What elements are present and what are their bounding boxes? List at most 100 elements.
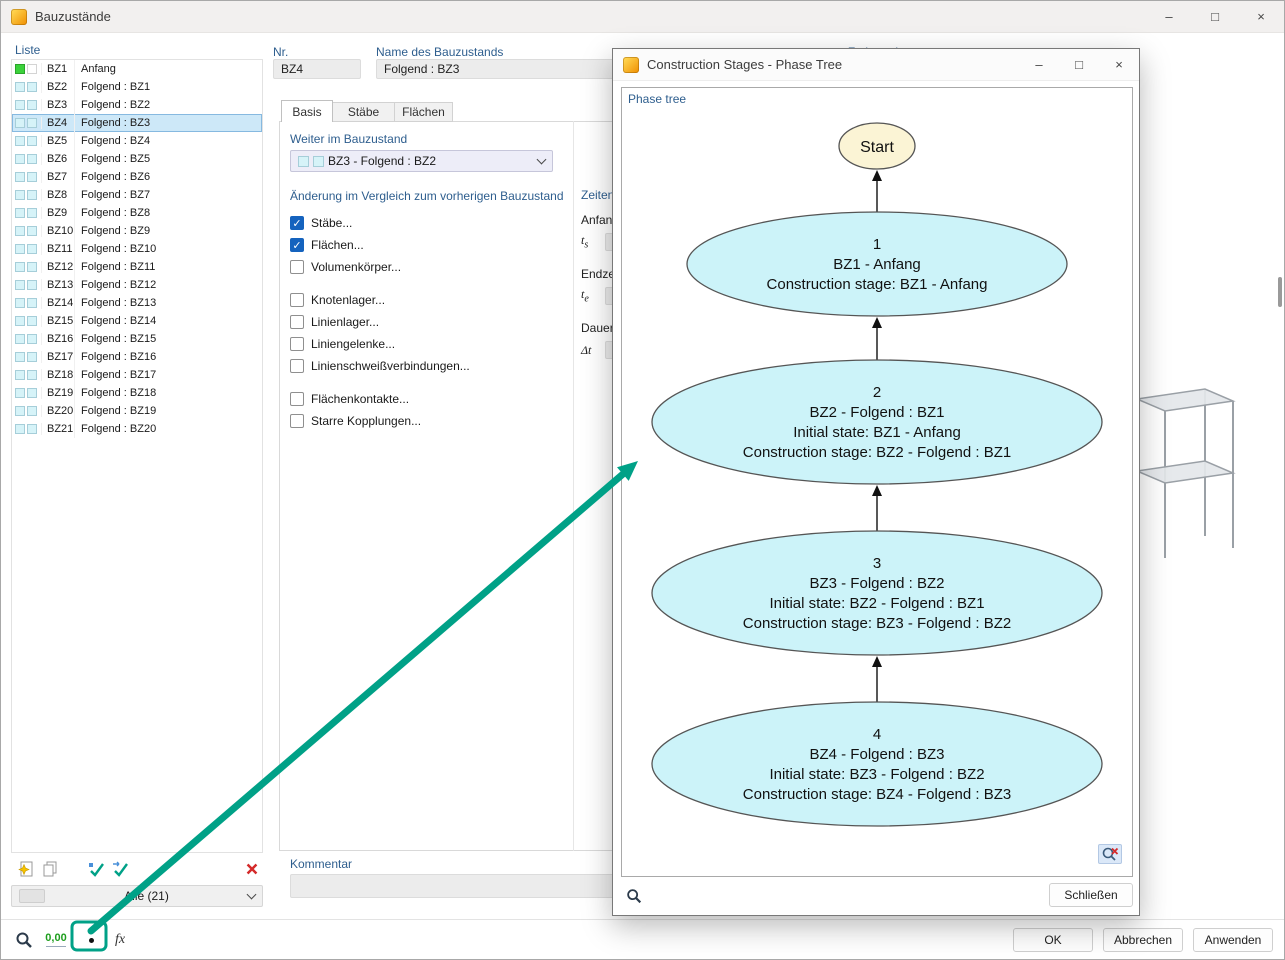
tab-basis[interactable]: Basis xyxy=(281,100,333,122)
close-icon[interactable]: × xyxy=(1238,1,1284,33)
list-item-bz13[interactable]: BZ13 Folgend : BZ12 xyxy=(12,276,262,294)
stage-color-swatch xyxy=(15,154,25,164)
list-item-bz1[interactable]: BZ1 Anfang xyxy=(12,60,262,78)
close-dialog-button[interactable]: Schließen xyxy=(1049,883,1133,907)
right-panel-grip[interactable] xyxy=(1278,277,1282,307)
stage-id: BZ18 xyxy=(41,369,74,381)
list-item-bz2[interactable]: BZ2 Folgend : BZ1 xyxy=(12,78,262,96)
stage-id: BZ16 xyxy=(41,333,74,345)
new-stage-button[interactable] xyxy=(15,858,37,880)
zeiten-symbol: Δt xyxy=(581,342,592,357)
filter-label: Alle (21) xyxy=(124,889,169,903)
stage-desc: Folgend : BZ6 xyxy=(74,168,262,186)
minimize-icon[interactable]: – xyxy=(1146,1,1192,33)
delete-stage-button[interactable] xyxy=(241,858,263,880)
stage-color-swatch xyxy=(15,64,25,74)
list-item-bz4[interactable]: BZ4 Folgend : BZ3 xyxy=(12,114,262,132)
list-filter-dropdown[interactable]: Alle (21) xyxy=(11,885,263,907)
tab-flaechen[interactable]: Flächen xyxy=(395,102,453,122)
ok-button[interactable]: OK xyxy=(1013,928,1093,952)
stage-color-swatch xyxy=(27,298,37,308)
phase-tree-canvas[interactable]: Start 1 BZ1 - Anfang Construction stage: BZ… xyxy=(621,87,1133,877)
tab-staebe[interactable]: Stäbe xyxy=(333,102,395,122)
list-item-bz19[interactable]: BZ19 Folgend : BZ18 xyxy=(12,384,262,402)
checkbox-fl-chenkontakte[interactable]: Flächenkontakte... xyxy=(290,388,470,410)
check-apply-button[interactable] xyxy=(85,858,107,880)
list-item-bz16[interactable]: BZ16 Folgend : BZ15 xyxy=(12,330,262,348)
stage-color-swatch xyxy=(15,280,25,290)
checkbox-label: Linienschweißverbindungen... xyxy=(311,359,470,373)
list-item-bz20[interactable]: BZ20 Folgend : BZ19 xyxy=(12,402,262,420)
list-item-bz5[interactable]: BZ5 Folgend : BZ4 xyxy=(12,132,262,150)
list-item-bz12[interactable]: BZ12 Folgend : BZ11 xyxy=(12,258,262,276)
close-icon[interactable]: × xyxy=(1099,49,1139,81)
stage-color-swatch xyxy=(27,190,37,200)
nr-input[interactable]: BZ4 xyxy=(273,59,361,79)
checkbox-liniengelenke[interactable]: Liniengelenke... xyxy=(290,333,470,355)
list-item-bz11[interactable]: BZ11 Folgend : BZ10 xyxy=(12,240,262,258)
stage-color-swatch xyxy=(27,226,37,236)
list-item-bz6[interactable]: BZ6 Folgend : BZ5 xyxy=(12,150,262,168)
list-item-bz18[interactable]: BZ18 Folgend : BZ17 xyxy=(12,366,262,384)
cancel-button[interactable]: Abbrechen xyxy=(1103,928,1183,952)
zeiten-label: Zeiten xyxy=(581,188,615,202)
maximize-icon[interactable]: □ xyxy=(1192,1,1238,33)
checkbox-icon: ✓ xyxy=(290,238,304,252)
list-item-bz21[interactable]: BZ21 Folgend : BZ20 xyxy=(12,420,262,438)
point-display-button[interactable] xyxy=(80,930,102,950)
stage-color-swatch xyxy=(15,190,25,200)
phase-node-text: BZ2 - Folgend : BZ1 xyxy=(809,404,944,421)
list-item-bz8[interactable]: BZ8 Folgend : BZ7 xyxy=(12,186,262,204)
copy-icon xyxy=(43,861,57,877)
maximize-icon[interactable]: □ xyxy=(1059,49,1099,81)
phase-tree-label: Phase tree xyxy=(628,92,687,106)
zoom-reset-icon[interactable] xyxy=(1098,844,1122,864)
list-item-bz7[interactable]: BZ7 Folgend : BZ6 xyxy=(12,168,262,186)
checkbox-volumenk-rper[interactable]: Volumenkörper... xyxy=(290,256,470,278)
checkbox-knotenlager[interactable]: Knotenlager... xyxy=(290,289,470,311)
list-item-bz14[interactable]: BZ14 Folgend : BZ13 xyxy=(12,294,262,312)
function-button[interactable]: fx xyxy=(107,927,133,953)
checkbox-starre-kopplungen[interactable]: Starre Kopplungen... xyxy=(290,410,470,432)
checkbox-label: Liniengelenke... xyxy=(311,337,396,351)
list-item-bz10[interactable]: BZ10 Folgend : BZ9 xyxy=(12,222,262,240)
stage-desc: Anfang xyxy=(74,60,262,78)
list-item-bz3[interactable]: BZ3 Folgend : BZ2 xyxy=(12,96,262,114)
stage-color-swatch xyxy=(15,334,25,344)
phase-node-text: Initial state: BZ2 - Folgend : BZ1 xyxy=(769,595,984,612)
stage-id: BZ13 xyxy=(41,279,74,291)
stage-desc: Folgend : BZ18 xyxy=(74,384,262,402)
check-all-button[interactable] xyxy=(109,858,131,880)
search-button[interactable] xyxy=(13,929,35,951)
stage-id: BZ4 xyxy=(41,117,74,129)
checkbox-linienlager[interactable]: Linienlager... xyxy=(290,311,470,333)
list-item-bz9[interactable]: BZ9 Folgend : BZ8 xyxy=(12,204,262,222)
checkbox-fl-chen[interactable]: ✓ Flächen... xyxy=(290,234,470,256)
stage-desc: Folgend : BZ13 xyxy=(74,294,262,312)
checkbox-icon xyxy=(290,414,304,428)
checkbox-label: Knotenlager... xyxy=(311,293,386,307)
weiter-dropdown[interactable]: BZ3 - Folgend : BZ2 xyxy=(290,150,553,172)
minimize-icon[interactable]: – xyxy=(1019,49,1059,81)
copy-stage-button[interactable] xyxy=(39,858,61,880)
nr-label: Nr. xyxy=(273,45,289,59)
search-button[interactable] xyxy=(623,885,645,907)
checkbox-icon: ✓ xyxy=(290,216,304,230)
stage-color-swatch xyxy=(27,154,37,164)
phase-node-text: 1 xyxy=(873,236,881,253)
decimal-grid-icon xyxy=(46,946,66,947)
stage-id: BZ21 xyxy=(41,423,74,435)
checkbox-st-be[interactable]: ✓ Stäbe... xyxy=(290,212,470,234)
list-item-bz17[interactable]: BZ17 Folgend : BZ16 xyxy=(12,348,262,366)
checkbox-icon xyxy=(290,392,304,406)
decimal-places-button[interactable]: 0,00 xyxy=(41,927,71,953)
app-icon xyxy=(11,8,27,25)
checkbox-icon xyxy=(290,315,304,329)
list-item-bz15[interactable]: BZ15 Folgend : BZ14 xyxy=(12,312,262,330)
stage-list[interactable]: BZ1 Anfang BZ2 Folgend : BZ1 BZ3 Folgend : BZ… xyxy=(11,59,263,853)
checkbox-linienschwei-verbindungen[interactable]: Linienschweißverbindungen... xyxy=(290,355,470,377)
stage-color-swatch xyxy=(27,244,37,254)
phase-node-text: Construction stage: BZ3 - Folgend : BZ2 xyxy=(743,615,1011,632)
apply-button[interactable]: Anwenden xyxy=(1193,928,1273,952)
stage-desc: Folgend : BZ10 xyxy=(74,240,262,258)
